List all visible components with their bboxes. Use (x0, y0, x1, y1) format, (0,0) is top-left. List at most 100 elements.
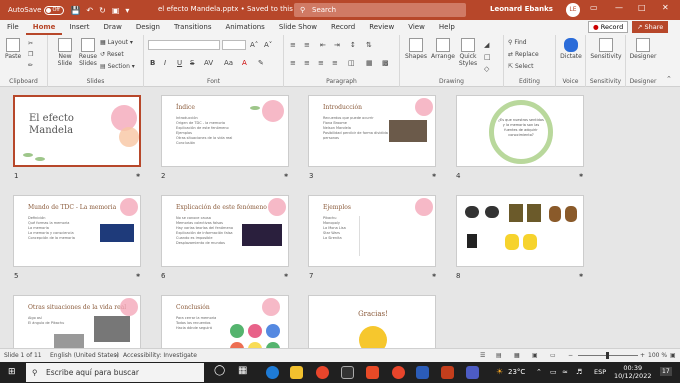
slide-thumbnail-2[interactable]: Índice Introducción Origen de TDC - la m… (161, 95, 289, 167)
close-icon[interactable]: ✕ (662, 3, 669, 12)
smartart-icon[interactable]: ▩ (382, 59, 389, 67)
replace-button[interactable]: ⇄ Replace (508, 51, 539, 58)
font-name-combo[interactable] (148, 40, 220, 50)
zoom-slider-thumb[interactable] (606, 352, 609, 359)
justify-icon[interactable]: ≡ (332, 59, 338, 67)
powerpoint-icon[interactable] (441, 366, 454, 379)
align-left-icon[interactable]: ≡ (290, 59, 296, 67)
weather-icon[interactable]: ☀ (496, 367, 503, 376)
text-direction-icon[interactable]: ⇅ (366, 41, 372, 49)
shape-fill-icon[interactable]: ◢ (484, 41, 489, 49)
tab-help[interactable]: Help (432, 20, 462, 35)
layout-button[interactable]: ▦ Layout ▾ (100, 39, 133, 46)
section-button[interactable]: ▤ Section ▾ (100, 63, 135, 70)
zoom-in-icon[interactable]: + (640, 352, 645, 359)
copy-icon[interactable]: ❐ (28, 51, 33, 58)
quick-styles-button[interactable]: Quick Styles (457, 38, 479, 67)
transition-star-icon[interactable]: ✱ (432, 273, 436, 279)
align-right-icon[interactable]: ≡ (318, 59, 324, 67)
minimize-icon[interactable]: — (615, 3, 623, 12)
accessibility-status[interactable]: Accessibility: Investigate (123, 352, 197, 359)
tab-insert[interactable]: Insert (62, 20, 96, 35)
tab-view[interactable]: View (401, 20, 432, 35)
clock[interactable]: 00:39 10/12/2022 (614, 364, 651, 380)
slide-sorter-view-icon[interactable]: ▦ (514, 352, 520, 359)
wifi-icon[interactable]: ≈ (562, 368, 568, 376)
sensitivity-button[interactable]: Sensitivity (588, 38, 624, 60)
cut-icon[interactable]: ✂ (28, 40, 33, 47)
undo-icon[interactable]: ↶ (86, 6, 93, 15)
teams-icon[interactable] (466, 366, 479, 379)
search-box[interactable]: ⚲ Search (294, 3, 466, 17)
italic-button[interactable]: I (164, 59, 166, 67)
transition-star-icon[interactable]: ✱ (579, 273, 583, 279)
slide-thumbnail-1[interactable]: El efecto Mandela (13, 95, 141, 167)
avatar[interactable]: LE (566, 3, 580, 17)
slideshow-view-icon[interactable]: ▭ (550, 352, 556, 359)
redo-icon[interactable]: ↻ (99, 6, 106, 15)
shapes-button[interactable]: Shapes (404, 38, 428, 60)
bullets-icon[interactable]: ≡ (290, 41, 296, 49)
numbering-icon[interactable]: ≡ (304, 41, 310, 49)
word-icon[interactable] (416, 366, 429, 379)
transition-star-icon[interactable]: ✱ (284, 273, 288, 279)
paste-button[interactable]: Paste (5, 38, 21, 60)
align-text-icon[interactable]: ▦ (366, 59, 373, 67)
autosave-switch[interactable]: Off (44, 5, 65, 15)
slide-thumbnail-3[interactable]: Introducción Recuerdos que puede ocurrir… (308, 95, 436, 167)
arrange-button[interactable]: Arrange (430, 38, 456, 60)
slide-thumbnail-7[interactable]: Ejemplos Pikachu Monopoly La Mona Lisa S… (308, 195, 436, 267)
bold-button[interactable]: B (150, 59, 155, 67)
file-explorer-icon[interactable] (290, 366, 303, 379)
tab-design[interactable]: Design (129, 20, 167, 35)
language-indicator[interactable]: English (United States) (50, 352, 119, 359)
reuse-slides-button[interactable]: Reuse Slides (78, 38, 98, 67)
volume-icon[interactable]: ♬ (576, 368, 582, 376)
temperature[interactable]: 23°C (508, 368, 525, 376)
windows-start-icon[interactable]: ⊞ (8, 367, 16, 377)
font-color-icon[interactable]: A (242, 59, 247, 67)
tab-transitions[interactable]: Transitions (167, 20, 219, 35)
input-language[interactable]: ESP (594, 368, 606, 376)
taskbar-search[interactable]: ⚲ Escribe aquí para buscar (26, 363, 204, 382)
reset-button[interactable]: ↺ Reset (100, 51, 124, 58)
notification-badge[interactable]: 17 (660, 367, 672, 376)
normal-view-icon[interactable]: ▤ (496, 352, 502, 359)
tab-record[interactable]: Record (324, 20, 362, 35)
battery-icon[interactable]: ▭ (550, 368, 557, 376)
underline-button[interactable]: U (177, 59, 182, 67)
format-painter-icon[interactable]: ✏ (28, 62, 33, 69)
select-button[interactable]: ⇱ Select (508, 63, 533, 70)
office-icon[interactable] (366, 366, 379, 379)
cortana-icon[interactable]: ◯ (214, 365, 225, 376)
tray-chevron-icon[interactable]: ⌃ (536, 368, 542, 376)
autosave-toggle[interactable]: AutoSave Off (8, 5, 65, 15)
grow-font-icon[interactable]: A˄ (250, 41, 258, 49)
task-view-icon[interactable]: ▦ (238, 365, 247, 376)
transition-star-icon[interactable]: ✱ (284, 173, 288, 179)
strike-button[interactable]: S (190, 59, 194, 67)
tab-draw[interactable]: Draw (97, 20, 129, 35)
maximize-icon[interactable]: □ (638, 3, 646, 12)
present-icon[interactable]: ▣ (112, 6, 120, 15)
shape-outline-icon[interactable]: □ (484, 53, 491, 61)
transition-star-icon[interactable]: ✱ (136, 173, 140, 179)
chrome-icon[interactable] (316, 366, 329, 379)
slide-thumbnail-4[interactable]: ¿Es que nuestros sentidos y la memoria s… (456, 95, 584, 167)
tab-home[interactable]: Home (25, 20, 63, 35)
slide-thumbnail-9[interactable]: Otras situaciones de la vida real Algo a… (13, 295, 141, 348)
edge-icon[interactable] (266, 366, 279, 379)
highlight-icon[interactable]: ✎ (258, 59, 264, 67)
slide-thumbnail-8[interactable] (456, 195, 584, 267)
record-button[interactable]: ● Record (588, 21, 629, 33)
slide-thumbnail-10[interactable]: Conclusión Para cerrar la memoria Todos … (161, 295, 289, 348)
user-name[interactable]: Leonard Ebanks (490, 5, 553, 13)
char-spacing-icon[interactable]: AV (204, 59, 213, 67)
save-icon[interactable]: 💾 (70, 6, 80, 15)
tab-slide-show[interactable]: Slide Show (272, 20, 324, 35)
collapse-ribbon-icon[interactable]: ⌃ (666, 75, 672, 83)
indent-increase-icon[interactable]: ⇥ (334, 41, 340, 49)
tab-review[interactable]: Review (362, 20, 401, 35)
transition-star-icon[interactable]: ✱ (432, 173, 436, 179)
slide-thumbnail-11[interactable]: Gracias! (308, 295, 436, 348)
